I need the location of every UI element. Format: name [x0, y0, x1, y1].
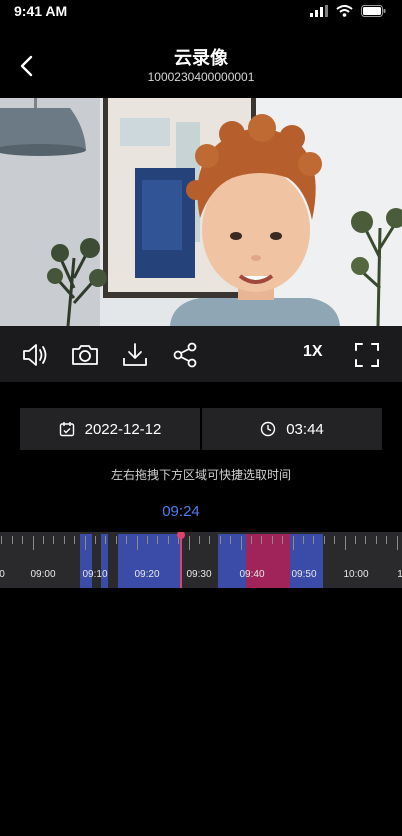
timeline-tick [136, 536, 138, 550]
timeline-time-label: 09:20 [134, 569, 160, 580]
timeline-tick [74, 536, 76, 544]
status-bar: 9:41 AM [0, 0, 402, 24]
timeline-tick [11, 536, 13, 544]
signal-icon [310, 5, 328, 17]
current-time-label: 09:24 [162, 503, 200, 520]
status-icons [310, 5, 386, 17]
timeline-tick [323, 536, 325, 544]
timeline-tick [230, 536, 232, 544]
timeline-tick [147, 536, 148, 544]
timeline-tick [251, 536, 252, 544]
timeline-time-label: 09:30 [186, 569, 212, 580]
timeline-tick [282, 536, 284, 544]
timeline-cursor[interactable] [180, 532, 182, 588]
timeline-tick [105, 536, 107, 544]
timeline-tick [313, 536, 315, 544]
timeline-time-label: 0 [0, 569, 5, 580]
timeline-tick [396, 536, 398, 550]
camera-snapshot-icon[interactable] [70, 340, 100, 370]
volume-icon[interactable] [20, 340, 50, 370]
timeline-time-label: 09:40 [239, 569, 265, 580]
calendar-icon [59, 422, 74, 437]
timeline-tick [126, 536, 128, 544]
timeline-tick [63, 536, 65, 544]
timeline-tick [365, 536, 367, 544]
date-time-picker: 2022-12-12 03:44 [20, 408, 382, 450]
timeline-scrubber[interactable]: 0 09:00 09:10 09:20 09:30 09:40 09:50 10:00 1 [0, 532, 402, 588]
timeline-tick [292, 536, 294, 550]
timeline-cursor-handle[interactable] [177, 532, 185, 539]
status-time: 9:41 AM [14, 3, 68, 19]
timeline-time-label: 09:10 [82, 569, 108, 580]
playback-speed-button[interactable]: 1X [303, 343, 323, 361]
timeline-time-label: 09:50 [291, 569, 317, 580]
timeline-tick [1, 536, 3, 544]
timeline-tick [32, 536, 34, 550]
timeline-tick [95, 536, 96, 544]
timeline-tick [271, 536, 273, 544]
timeline-tick [188, 536, 190, 550]
time-picker-button[interactable]: 03:44 [202, 408, 382, 450]
timeline-tick [43, 536, 44, 544]
timeline-tick [157, 536, 159, 544]
timeline-tick [209, 536, 211, 544]
nav-header: 云录像 1000230400000001 [0, 36, 402, 96]
download-icon[interactable] [120, 340, 150, 370]
video-frame [0, 98, 402, 326]
date-picker-button[interactable]: 2022-12-12 [20, 408, 200, 450]
selected-time: 03:44 [286, 420, 324, 438]
selected-date: 2022-12-12 [84, 420, 162, 438]
timeline-tick [167, 536, 169, 544]
timeline-tick [219, 536, 221, 544]
timeline-time-label: 1 [397, 569, 402, 580]
timeline-tick [261, 536, 263, 544]
timeline-tick [386, 536, 388, 544]
timeline-tick [22, 536, 24, 544]
page-title: 云录像 [174, 48, 228, 69]
player-control-bar: 1X [0, 326, 402, 382]
video-player[interactable] [0, 98, 402, 326]
wifi-icon [336, 5, 353, 17]
timeline-time-label: 09:00 [30, 569, 56, 580]
timeline-tick [199, 536, 200, 544]
timeline-tick [53, 536, 55, 544]
timeline-tick [240, 536, 242, 550]
timeline-tick [334, 536, 336, 544]
clock-icon [261, 421, 276, 437]
battery-icon [361, 5, 386, 17]
timeline-tick [344, 536, 346, 550]
timeline-tick [84, 536, 86, 550]
drag-hint-text: 左右拖拽下方区域可快捷选取时间 [110, 468, 291, 482]
share-icon[interactable] [170, 340, 200, 370]
timeline-tick [115, 536, 117, 544]
device-id: 1000230400000001 [147, 70, 255, 84]
timeline-tick [303, 536, 304, 544]
fullscreen-icon[interactable] [352, 340, 382, 370]
timeline-time-label: 10:00 [343, 569, 369, 580]
timeline-tick [375, 536, 377, 544]
timeline-tick [355, 536, 356, 544]
